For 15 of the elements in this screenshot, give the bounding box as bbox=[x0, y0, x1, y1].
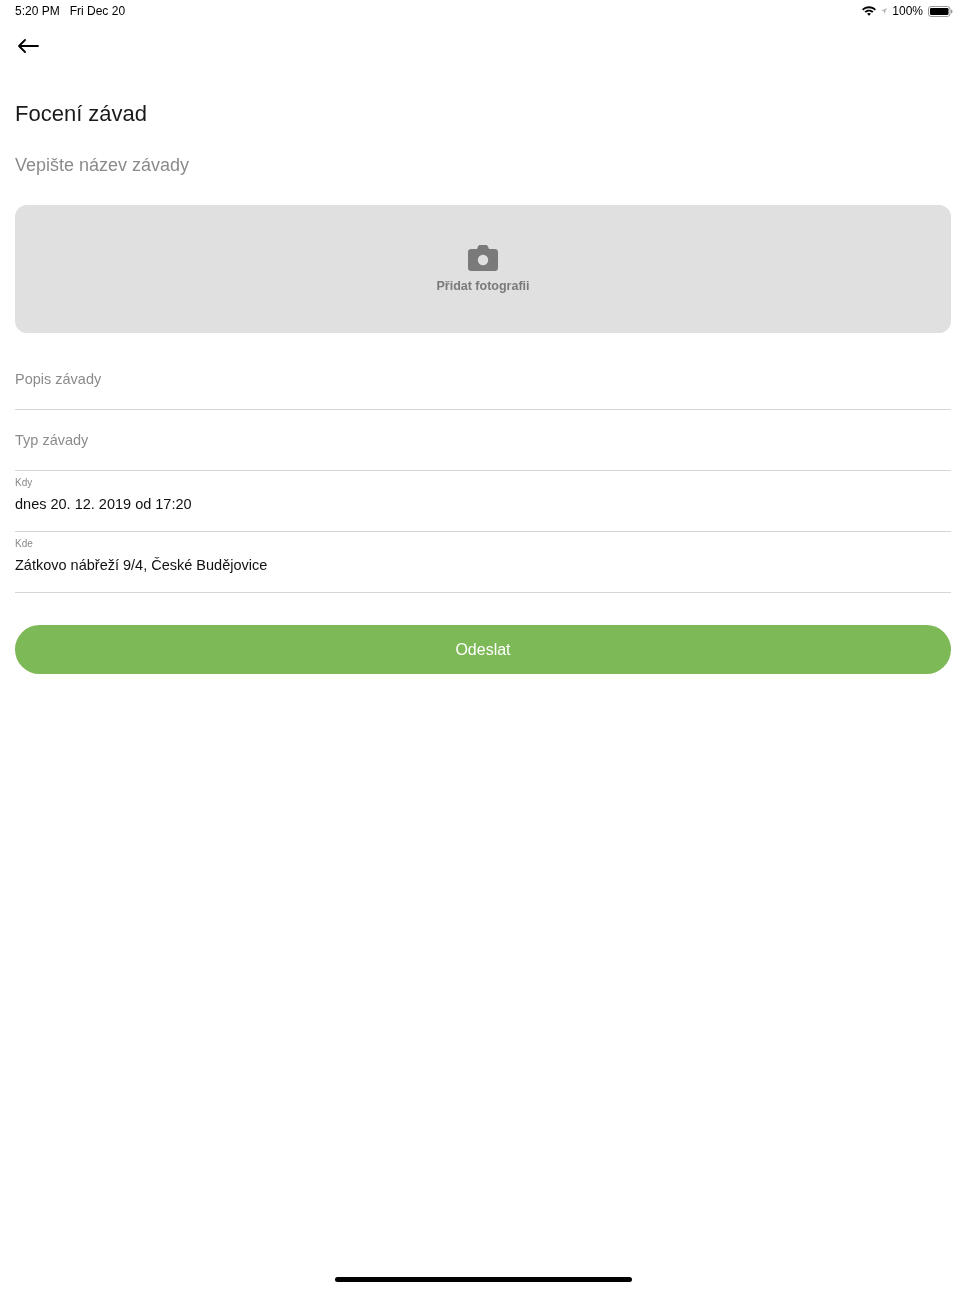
status-time: 5:20 PM bbox=[15, 4, 60, 18]
back-arrow-icon bbox=[17, 39, 39, 53]
battery-percentage: 100% bbox=[892, 4, 923, 18]
camera-icon bbox=[468, 245, 498, 271]
input-field[interactable]: Kde Zátkovo nábřeží 9/4, České Budějovice bbox=[15, 532, 951, 592]
battery-icon bbox=[928, 5, 953, 17]
location-arrow-icon bbox=[881, 8, 888, 14]
input-field[interactable]: Typ závady bbox=[15, 410, 951, 470]
page-title: Focení závad bbox=[15, 100, 148, 128]
input-field[interactable]: Kdy dnes 20. 12. 2019 od 17:20 bbox=[15, 471, 951, 531]
status-date: Fri Dec 20 bbox=[69, 4, 126, 18]
name-input-field[interactable]: Vepište název závady bbox=[15, 151, 951, 179]
input-field[interactable]: Popis závady bbox=[15, 349, 951, 409]
back-button[interactable] bbox=[17, 39, 39, 53]
wifi-icon bbox=[862, 6, 877, 16]
